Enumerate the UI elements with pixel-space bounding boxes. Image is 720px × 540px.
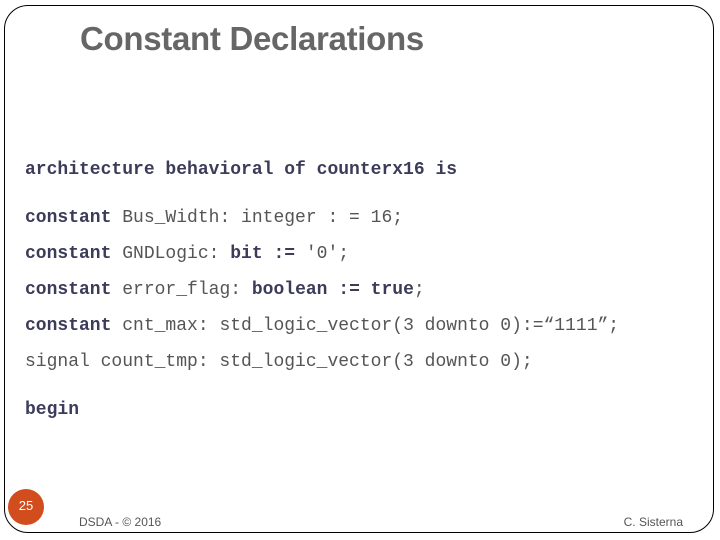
code-keyword: constant [25, 244, 112, 264]
code-keyword: architecture behavioral of counterx16 is [25, 160, 458, 180]
code-line: signal count_tmp: std_logic_vector(3 dow… [25, 352, 533, 372]
code-line: begin [25, 400, 79, 420]
footer-author: C. Sisterna [623, 515, 683, 529]
page-number-badge: 25 [8, 489, 44, 525]
code-keyword: boolean := true [251, 280, 414, 300]
code-text: ; [413, 280, 425, 300]
footer-copyright: DSDA - © 2016 [79, 515, 162, 529]
code-text: error_flag: [111, 280, 252, 300]
code-text: Bus_Width: integer : = 16; [111, 208, 404, 228]
code-keyword: constant [25, 316, 112, 336]
code-text: '0'; [295, 244, 350, 264]
code-line: constant cnt_max: std_logic_vector(3 dow… [25, 316, 619, 336]
code-keyword: constant [25, 208, 112, 228]
code-line: constant Bus_Width: integer : = 16; [25, 208, 403, 228]
code-line: architecture behavioral of counterx16 is [25, 160, 457, 180]
code-line: constant error_flag: boolean := true; [25, 280, 425, 300]
code-text: GNDLogic: [111, 244, 231, 264]
code-text: signal count_tmp: std_logic_vector(3 dow… [25, 352, 533, 372]
slide-frame [4, 5, 714, 533]
code-text: cnt_max: std_logic_vector(3 downto 0):=“… [111, 316, 620, 336]
code-keyword: constant [25, 280, 112, 300]
slide-title: Constant Declarations [80, 20, 424, 57]
code-keyword: bit := [230, 244, 296, 264]
code-keyword: begin [25, 400, 80, 420]
code-line: constant GNDLogic: bit := '0'; [25, 244, 349, 264]
